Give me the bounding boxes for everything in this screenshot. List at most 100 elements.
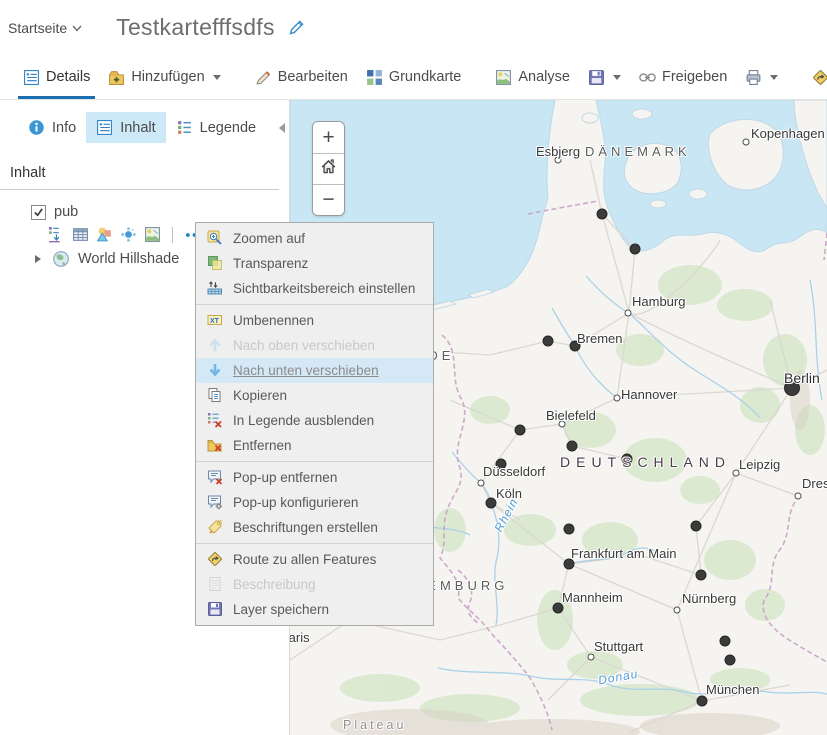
save-button[interactable] [579, 55, 630, 99]
pub-feature-point[interactable] [495, 458, 507, 470]
menu-item-hide-in-legend[interactable]: In Legende ausblenden [196, 408, 433, 433]
home-menu-label: Startseite [8, 19, 68, 36]
pub-feature-point[interactable] [563, 523, 575, 535]
pub-feature-point[interactable] [724, 654, 736, 666]
info-icon [28, 119, 45, 136]
home-menu-button[interactable]: Startseite [8, 20, 82, 36]
city-marker [558, 420, 566, 428]
expand-arrow-icon[interactable] [34, 254, 42, 264]
pub-feature-point[interactable] [563, 558, 575, 570]
menu-item-visibility-range[interactable]: Sichtbarkeitsbereich einstellen [196, 276, 433, 301]
header: Startseite Testkartefffsdfs [0, 0, 827, 55]
show-table-button[interactable] [72, 226, 90, 244]
details-button[interactable]: Details [14, 55, 99, 99]
move-down-icon [207, 362, 224, 379]
filter-button[interactable] [120, 226, 138, 244]
pub-feature-point[interactable] [696, 695, 708, 707]
hide-in-legend-icon [207, 412, 224, 429]
tab-content[interactable]: Inhalt [86, 112, 166, 143]
menu-item-create-labels[interactable]: Beschriftungen erstellen [196, 515, 433, 540]
tools-separator [172, 227, 173, 243]
menu-item-rename[interactable]: XT Umbenennen [196, 308, 433, 333]
menu-item-copy[interactable]: Kopieren [196, 383, 433, 408]
edit-label: Bearbeiten [277, 69, 348, 85]
popup-configure-icon [207, 494, 224, 511]
edit-button[interactable]: Bearbeiten [246, 55, 357, 99]
menu-item-zoom-to[interactable]: Zoomen auf [196, 226, 433, 251]
menu-item-popup-configure[interactable]: Pop-up konfigurieren [196, 490, 433, 515]
popup-remove-icon [207, 469, 224, 486]
menu-item-move-up[interactable]: Nach oben verschieben [196, 333, 433, 358]
pub-feature-point[interactable] [629, 243, 641, 255]
pub-feature-point[interactable] [695, 569, 707, 581]
caret-down-icon [212, 74, 221, 80]
menu-item-label: Beschreibung [233, 577, 316, 592]
home-icon [319, 157, 338, 182]
layer-name[interactable]: pub [54, 204, 78, 220]
check-icon [34, 207, 43, 217]
chevron-down-icon [72, 25, 82, 32]
zoom-in-button[interactable]: + [313, 122, 344, 153]
home-button[interactable] [313, 153, 344, 184]
directions-button[interactable]: Weg [803, 55, 827, 99]
move-up-icon [207, 337, 224, 354]
basemap-icon [366, 69, 383, 86]
zoom-out-button[interactable]: − [313, 184, 344, 215]
menu-item-label: Beschriftungen erstellen [233, 520, 378, 535]
zoom-to-icon [207, 230, 224, 247]
city-marker [673, 606, 681, 614]
menu-item-label: In Legende ausblenden [233, 413, 375, 428]
legend-icon [176, 119, 193, 136]
pub-feature-point[interactable] [690, 520, 702, 532]
menu-separator [196, 461, 433, 462]
pub-feature-point[interactable] [542, 335, 554, 347]
perform-analysis-icon [144, 226, 161, 244]
pub-feature-point[interactable] [569, 340, 581, 352]
analysis-button[interactable]: Analyse [486, 55, 579, 99]
layer-name[interactable]: World Hillshade [78, 251, 179, 267]
pub-feature-point[interactable] [552, 602, 564, 614]
layer-context-menu: Zoomen auf Transparenz Sichtbarkeitsbereic… [195, 222, 434, 626]
city-marker [732, 469, 740, 477]
perform-analysis-button[interactable] [144, 226, 162, 244]
menu-item-remove[interactable]: Entfernen [196, 433, 433, 458]
print-button[interactable] [736, 55, 787, 99]
save-layer-icon [207, 601, 224, 618]
toolbar: Details Hinzufügen Bearbeiten Grundkarte Ana… [0, 55, 827, 100]
globe-icon [52, 250, 70, 268]
menu-item-transparency[interactable]: Transparenz [196, 251, 433, 276]
menu-item-popup-remove[interactable]: Pop-up entfernen [196, 465, 433, 490]
pub-feature-point[interactable] [719, 635, 731, 647]
change-style-button[interactable] [96, 226, 114, 244]
collapse-panel-button[interactable] [278, 122, 286, 134]
pub-feature-point[interactable] [784, 380, 800, 396]
pub-feature-point[interactable] [514, 424, 526, 436]
city-marker [624, 309, 632, 317]
pub-feature-point[interactable] [485, 497, 497, 509]
map-viewer-window: Startseite Testkartefffsdfs Details Hinzu… [0, 0, 827, 735]
panel-heading: Inhalt [0, 153, 279, 190]
share-button[interactable]: Freigeben [630, 55, 736, 99]
pub-feature-point[interactable] [566, 440, 578, 452]
tab-info[interactable]: Info [18, 112, 86, 143]
layer-checkbox[interactable] [31, 204, 46, 220]
add-label: Hinzufügen [131, 69, 205, 85]
rename-icon: XT [207, 312, 224, 329]
add-icon [108, 69, 125, 86]
show-legend-button[interactable] [48, 226, 66, 244]
route-icon [812, 69, 827, 86]
tab-legend[interactable]: Legende [166, 112, 266, 143]
pub-feature-point[interactable] [596, 208, 608, 220]
add-button[interactable]: Hinzufügen [99, 55, 229, 99]
svg-text:XT: XT [210, 318, 220, 325]
save-icon [588, 69, 605, 86]
menu-item-save-layer[interactable]: Layer speichern [196, 597, 433, 622]
details-label: Details [46, 69, 91, 85]
menu-item-description[interactable]: Beschreibung [196, 572, 433, 597]
pub-feature-point[interactable] [621, 453, 633, 465]
basemap-button[interactable]: Grundkarte [357, 55, 471, 99]
analysis-icon [495, 69, 512, 86]
menu-item-route-to-features[interactable]: Route zu allen Features [196, 547, 433, 572]
menu-item-move-down[interactable]: Nach unten verschieben [196, 358, 433, 383]
edit-title-button[interactable] [287, 18, 306, 37]
